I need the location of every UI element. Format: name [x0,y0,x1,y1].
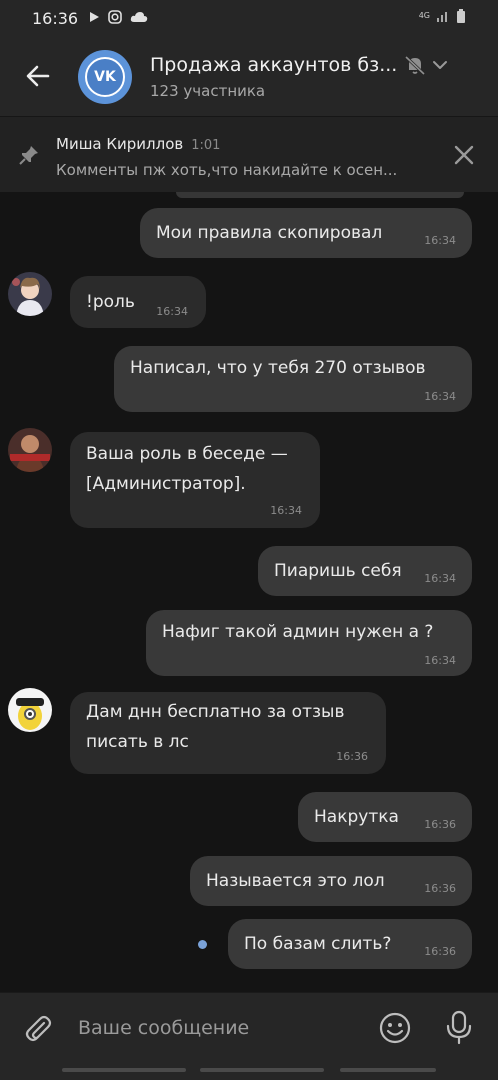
sender-avatar[interactable] [8,428,52,472]
message-text: Накрутка [314,807,399,827]
nav-home-handle[interactable] [200,1068,324,1072]
minion-avatar-icon [8,688,52,732]
message-text: Называется это лол [206,871,385,891]
message-bubble[interactable]: Написал, что у тебя 270 отзывов 16:34 [114,346,472,412]
status-time: 16:36 [32,9,79,28]
pinned-time: 1:01 [191,138,221,153]
close-pinned-icon[interactable] [452,143,476,167]
chat-avatar[interactable]: VK [78,50,132,104]
message-bubble[interactable]: Называется это лол 16:36 [190,856,472,906]
message-input[interactable] [78,1011,358,1045]
message-time: 16:34 [424,234,456,247]
message-time: 16:34 [270,504,302,517]
back-arrow-icon[interactable] [22,60,54,92]
sender-avatar[interactable] [8,688,52,732]
message-bubble-partial [176,192,464,198]
message-time: 16:34 [424,390,456,403]
emoji-icon[interactable] [378,1011,412,1045]
message-composer [0,992,498,1062]
paperclip-icon[interactable] [22,1013,54,1045]
battery-icon [457,9,465,23]
message-time: 16:36 [424,818,456,831]
message-text: По базам слить? [244,934,392,954]
nav-back-handle[interactable] [62,1068,186,1072]
unread-indicator [198,940,207,949]
message-bubble[interactable]: Ваша роль в беседе — [Администратор]. 16… [70,432,320,528]
anime-avatar-icon [8,272,52,316]
chat-title[interactable]: Продажа аккаунтов бз... [150,54,400,76]
message-time: 16:36 [424,945,456,958]
status-icons-left [88,10,148,24]
message-text-line2: [Администратор]. [86,474,246,494]
message-time: 16:36 [424,882,456,895]
sender-avatar[interactable] [8,272,52,316]
message-bubble[interactable]: !роль 16:34 [70,276,206,328]
pinned-text: Комменты пж хоть,что накидайте к осен... [56,161,398,179]
message-text: Пиаришь себя [274,561,402,581]
network-4g-icon: 4G [418,11,430,20]
signal-icon [437,12,447,22]
play-icon [90,12,99,22]
instagram-icon [108,10,122,24]
microphone-icon[interactable] [442,1009,476,1045]
message-time: 16:34 [156,305,188,318]
vk-logo-icon: VK [85,57,125,97]
chat-member-count: 123 участника [150,82,266,100]
message-text: Мои правила скопировал [156,223,383,243]
pinned-message[interactable]: Миша Кириллов 1:01 Комменты пж хоть,что н… [0,116,498,192]
chat-header: VK Продажа аккаунтов бз... 123 участника [0,36,498,116]
pin-icon [19,146,38,165]
system-navigation-bar [0,1062,498,1080]
message-bubble[interactable]: Мои правила скопировал 16:34 [140,208,472,258]
message-bubble[interactable]: Дам днн бесплатно за отзыв писать в лс 1… [70,692,386,774]
message-text-line1: Дам днн бесплатно за отзыв [86,702,345,722]
pinned-author: Миша Кириллов 1:01 [56,135,220,153]
nav-recents-handle[interactable] [340,1068,436,1072]
message-text: Нафиг такой админ нужен а ? [162,622,434,642]
message-text-line2: писать в лс [86,732,189,752]
status-icons-right: 4G [419,9,466,23]
message-time: 16:36 [336,750,368,763]
message-bubble[interactable]: Нафиг такой админ нужен а ? 16:34 [146,610,472,676]
message-bubble[interactable]: Пиаришь себя 16:34 [258,546,472,596]
message-bubble[interactable]: Накрутка 16:36 [298,792,472,842]
message-text-line1: Ваша роль в беседе — [86,444,288,464]
bot-avatar-icon [8,428,52,472]
message-text: !роль [86,292,135,312]
pinned-author-name: Миша Кириллов [56,135,184,153]
status-bar: 16:36 4G [0,0,498,36]
message-time: 16:34 [424,654,456,667]
message-list[interactable]: Мои правила скопировал 16:34 !роль 16:34… [0,192,498,992]
message-bubble[interactable]: По базам слить? 16:36 [228,919,472,969]
message-time: 16:34 [424,572,456,585]
chevron-down-icon[interactable] [432,58,448,72]
message-text: Написал, что у тебя 270 отзывов [130,358,426,378]
muted-bell-icon [404,55,426,76]
cloud-icon [130,12,148,22]
